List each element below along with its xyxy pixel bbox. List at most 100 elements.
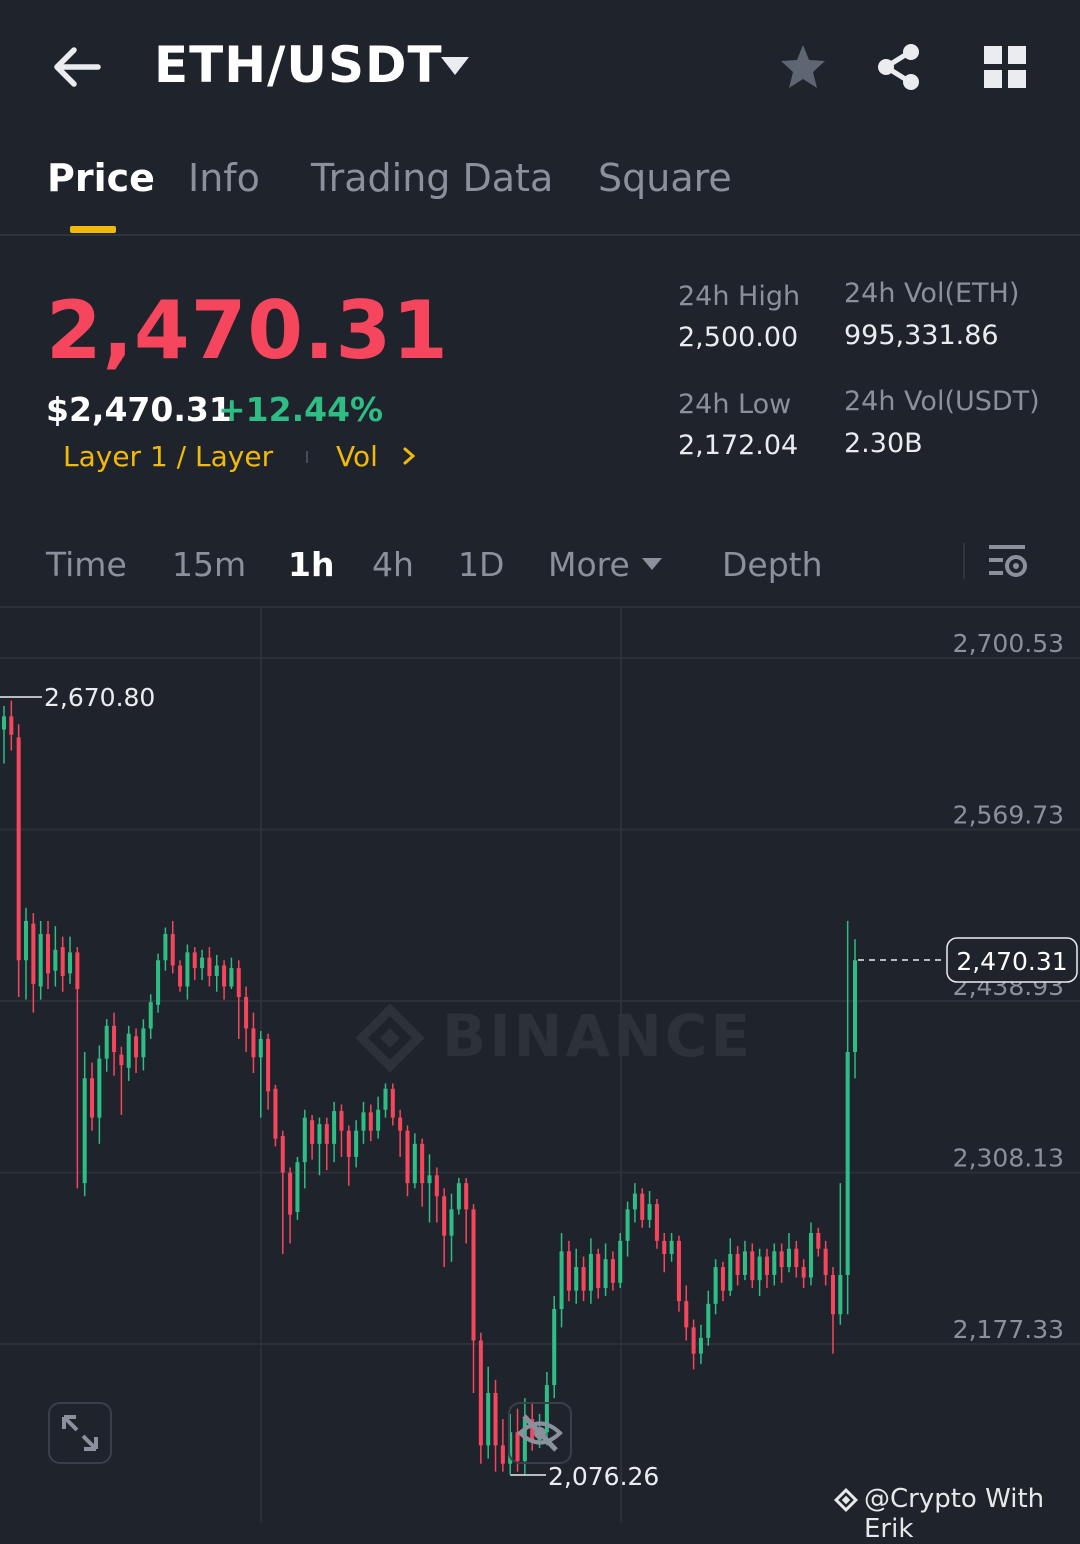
star-icon[interactable] — [778, 42, 828, 92]
candle-body — [654, 1204, 659, 1241]
vol-link[interactable]: Vol — [336, 440, 378, 473]
candle-body — [368, 1112, 373, 1131]
candle-body — [266, 1038, 271, 1092]
candle-body — [192, 952, 197, 969]
tab-trading-data[interactable]: Trading Data — [311, 156, 553, 200]
candle-body — [134, 1036, 139, 1058]
candle-body — [185, 952, 190, 987]
candle-body — [750, 1251, 755, 1281]
pair-title[interactable]: ETH/USDT — [154, 36, 443, 94]
candle-body — [112, 1025, 117, 1053]
candle-body — [823, 1248, 828, 1275]
candle-body — [456, 1183, 461, 1210]
candle-body — [141, 1028, 146, 1058]
candle-body — [9, 716, 14, 735]
interval-depth[interactable]: Depth — [722, 545, 823, 584]
category-tag[interactable]: Layer 1 / Layer — [63, 440, 273, 473]
candle-body — [354, 1130, 359, 1157]
candle-body — [244, 996, 249, 1029]
candle-body — [178, 965, 183, 987]
candle-body — [764, 1256, 769, 1275]
change-percent: +12.44% — [218, 390, 384, 429]
candle-body — [427, 1175, 432, 1184]
candle-body — [163, 934, 168, 961]
candle-body — [339, 1111, 344, 1131]
watermark-credit: @Crypto With Erik — [864, 1484, 1045, 1544]
candle-body — [779, 1251, 784, 1268]
candle-body — [236, 968, 241, 997]
candle-body — [588, 1253, 593, 1291]
low-value: 2,172.04 — [678, 430, 799, 461]
candle-body — [676, 1240, 681, 1302]
candle-body — [559, 1251, 564, 1310]
interval-1h[interactable]: 1h — [288, 545, 334, 584]
candle-body — [669, 1240, 674, 1254]
candle-body — [45, 934, 51, 974]
expand-chart-button[interactable] — [48, 1402, 112, 1464]
candle-body — [324, 1124, 329, 1144]
tab-square[interactable]: Square — [598, 156, 732, 200]
candle-body — [412, 1143, 417, 1184]
candle-body — [566, 1251, 571, 1291]
candle-body — [16, 737, 21, 961]
candle-body — [1, 716, 7, 730]
candle-body — [90, 1078, 95, 1118]
tab-price[interactable]: Price — [47, 156, 155, 200]
interval-15m[interactable]: 15m — [172, 545, 246, 584]
back-arrow-icon[interactable] — [50, 40, 104, 94]
candle-body — [346, 1130, 351, 1157]
candle-body — [852, 960, 858, 1053]
candle-body — [104, 1025, 109, 1059]
candle-body — [794, 1248, 799, 1268]
candle-body — [786, 1248, 791, 1268]
interval-1d[interactable]: 1D — [458, 545, 504, 584]
hide-indicators-button[interactable] — [508, 1402, 572, 1464]
candle-body — [471, 1209, 476, 1341]
expand-icon — [62, 1415, 98, 1451]
vol-eth-label: 24h Vol(ETH) — [844, 278, 1020, 309]
candle-body — [332, 1111, 337, 1144]
candle-body — [845, 1052, 850, 1275]
tab-info[interactable]: Info — [188, 156, 260, 200]
interval-4h[interactable]: 4h — [372, 545, 414, 584]
interval-time[interactable]: Time — [46, 545, 127, 584]
candle-body — [442, 1196, 447, 1236]
candles — [1, 700, 858, 1475]
chevron-right-icon[interactable] — [400, 446, 418, 466]
grid-icon[interactable] — [982, 44, 1028, 90]
candle-body — [229, 968, 234, 987]
candle-body — [148, 1002, 153, 1029]
candle-body — [214, 965, 219, 976]
candle-body — [618, 1240, 623, 1283]
candlestick-chart[interactable]: BINANCE 2,700.532,569.732,438.932,308.13… — [0, 608, 1080, 1523]
candle-body — [464, 1183, 469, 1210]
caret-down-icon[interactable] — [440, 54, 470, 78]
candle-body — [581, 1267, 586, 1291]
interval-more[interactable]: More — [548, 545, 630, 584]
share-icon[interactable] — [874, 42, 924, 92]
current-price-label: 2,470.31 — [956, 947, 1067, 976]
binance-watermark: BINANCE — [442, 1002, 753, 1070]
binance-logo-icon — [833, 1487, 859, 1513]
vol-usdt-value: 2.30B — [844, 428, 923, 459]
chart-settings-icon[interactable] — [986, 540, 1030, 584]
candle-body — [757, 1256, 762, 1281]
candle-body — [288, 1172, 293, 1215]
candle-body — [68, 952, 73, 974]
candle-body — [720, 1267, 725, 1291]
candle-body — [258, 1038, 263, 1058]
y-axis-labels: 2,700.532,569.732,438.932,308.132,177.33 — [953, 629, 1064, 1344]
candle-body — [390, 1088, 395, 1118]
candle-body — [97, 1058, 102, 1118]
candle-body — [222, 965, 227, 987]
candle-body — [838, 1274, 843, 1315]
low-marker-label: 2,076.26 — [548, 1462, 659, 1491]
high-label: 24h High — [678, 281, 801, 312]
low-label: 24h Low — [678, 389, 792, 420]
active-tab-indicator — [70, 226, 116, 233]
candle-body — [486, 1392, 491, 1446]
candle-body — [728, 1253, 733, 1291]
caret-down-icon[interactable] — [640, 555, 664, 573]
candle-body — [493, 1392, 498, 1446]
candle-body — [449, 1209, 454, 1236]
